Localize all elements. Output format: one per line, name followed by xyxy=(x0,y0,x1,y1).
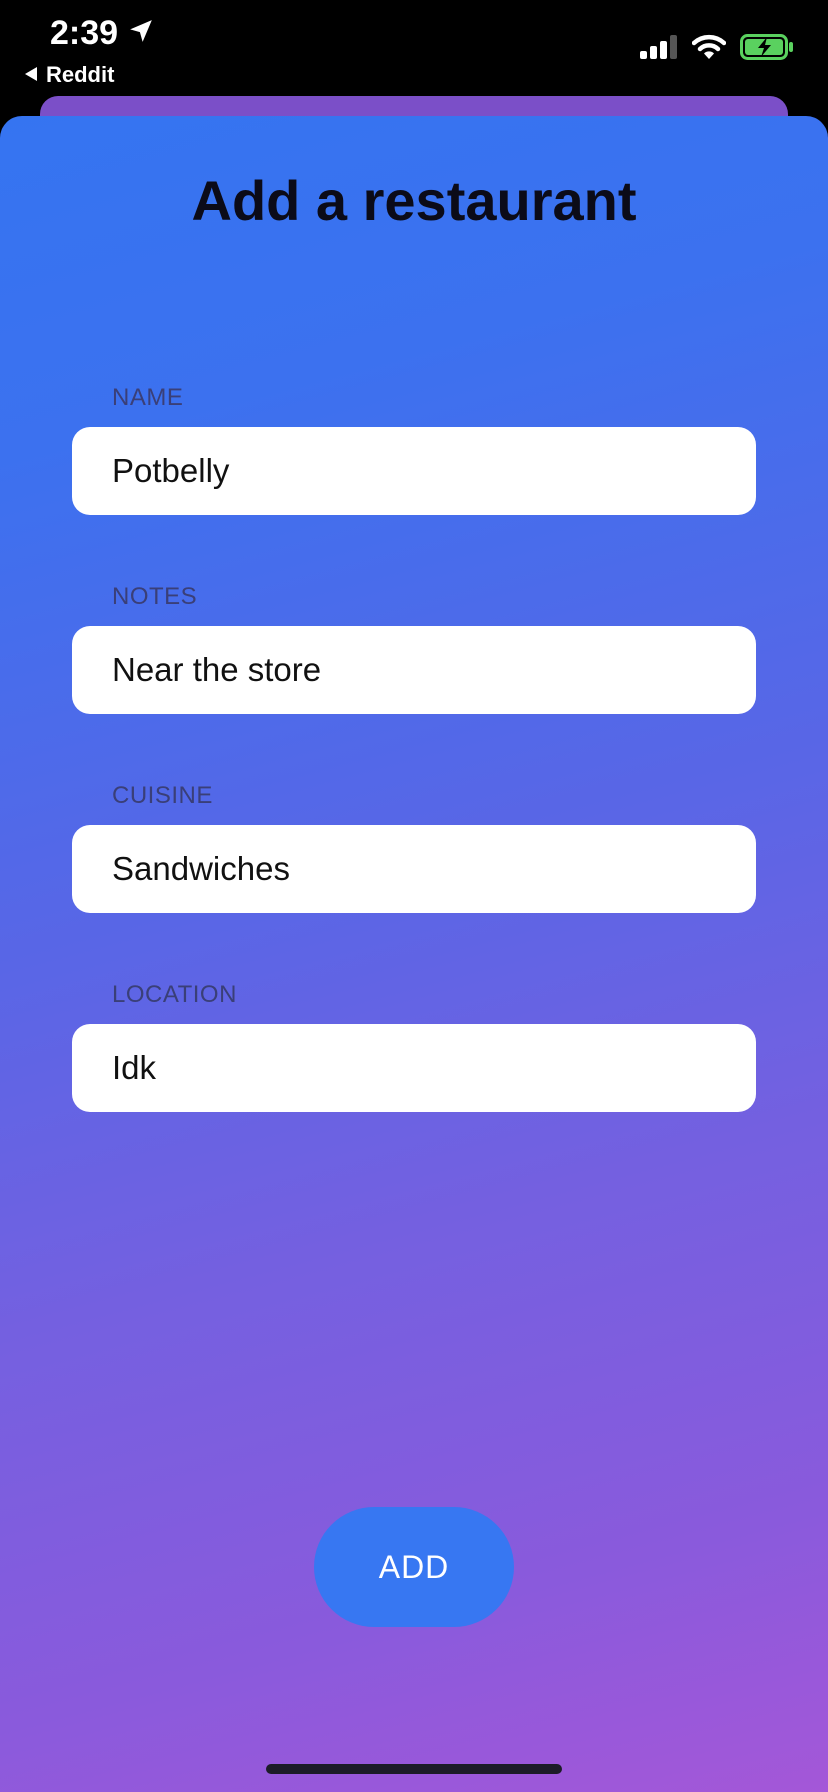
phone-screen: 2:39 Reddit Add a restaurant NAME Potbel… xyxy=(0,0,828,1792)
notes-label: NOTES xyxy=(112,583,198,610)
name-input[interactable] xyxy=(112,452,756,490)
location-label: LOCATION xyxy=(112,981,237,1008)
name-label: NAME xyxy=(112,384,184,411)
notes-field[interactable] xyxy=(72,626,756,714)
page-title: Add a restaurant xyxy=(191,169,637,232)
home-indicator[interactable] xyxy=(266,1764,562,1774)
status-time-text: 2:39 xyxy=(50,14,119,52)
cuisine-label: CUISINE xyxy=(112,782,213,809)
status-indicators xyxy=(640,34,794,65)
back-triangle-icon xyxy=(24,62,38,88)
location-input[interactable] xyxy=(112,1049,756,1087)
location-arrow-icon xyxy=(128,14,154,53)
add-button[interactable]: ADD xyxy=(314,1507,514,1627)
wifi-icon xyxy=(691,34,727,65)
notes-input[interactable] xyxy=(112,651,756,689)
cuisine-input[interactable] xyxy=(112,850,756,888)
signal-icon xyxy=(640,35,678,64)
back-to-app-button[interactable]: Reddit xyxy=(24,62,114,88)
back-app-label: Reddit xyxy=(46,62,115,87)
name-field[interactable] xyxy=(72,427,756,515)
cuisine-field[interactable] xyxy=(72,825,756,913)
battery-charging-icon xyxy=(740,34,794,65)
status-time: 2:39 xyxy=(50,14,154,53)
location-field[interactable] xyxy=(72,1024,756,1112)
